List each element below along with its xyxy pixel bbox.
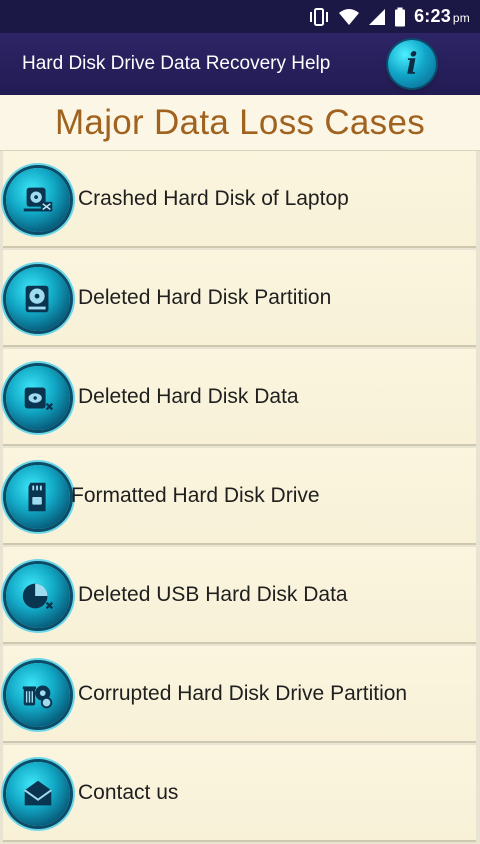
laptop-disk-icon (6, 168, 70, 232)
page-title: Major Data Loss Cases (54, 103, 426, 142)
list-item-label: Deleted Hard Disk Partition (78, 286, 332, 309)
page-header: Major Data Loss Cases (0, 95, 480, 151)
sd-card-icon (6, 465, 70, 529)
list-item-label: Deleted USB Hard Disk Data (78, 583, 348, 606)
vibrate-icon (310, 7, 329, 26)
status-time: 6:23 pm (414, 6, 470, 27)
status-time-ampm: pm (452, 11, 470, 25)
list-item-label: Crashed Hard Disk of Laptop (78, 187, 349, 210)
list-item-label: Corrupted Hard Disk Drive Partition (78, 682, 408, 705)
envelope-icon (6, 762, 70, 826)
loss-cases-list: Crashed Hard Disk of Laptop Deleted Hard… (3, 151, 476, 844)
corrupted-disk-icon (6, 663, 70, 727)
status-bar: 6:23 pm (0, 0, 480, 33)
status-time-value: 6:23 (414, 6, 451, 26)
disk-partition-icon (6, 267, 70, 331)
wifi-icon (339, 8, 360, 25)
app-title: Hard Disk Drive Data Recovery Help (22, 53, 331, 74)
list-item-deleted-usb-data[interactable]: Deleted USB Hard Disk Data (3, 547, 476, 644)
usb-disk-icon (6, 564, 70, 628)
list-item-contact-us[interactable]: Contact us (3, 745, 476, 842)
status-icons: 6:23 pm (308, 0, 470, 33)
signal-icon (369, 8, 386, 25)
list-item-deleted-data[interactable]: Deleted Hard Disk Data (3, 349, 476, 446)
list-item-formatted-drive[interactable]: Formatted Hard Disk Drive (3, 448, 476, 545)
info-icon: i (406, 46, 418, 82)
list-item-corrupted-partition[interactable]: Corrupted Hard Disk Drive Partition (3, 646, 476, 743)
list-item-label: Contact us (78, 781, 179, 804)
list-item-label: Deleted Hard Disk Data (78, 385, 299, 408)
battery-icon (395, 7, 406, 26)
app-bar: Hard Disk Drive Data Recovery Help i (0, 33, 480, 95)
list-item-crashed-laptop-disk[interactable]: Crashed Hard Disk of Laptop (3, 151, 476, 248)
list-item-deleted-partition[interactable]: Deleted Hard Disk Partition (3, 250, 476, 347)
hard-disk-icon (6, 366, 70, 430)
list-item-label: Formatted Hard Disk Drive (71, 484, 320, 507)
info-button[interactable]: i (388, 40, 436, 88)
